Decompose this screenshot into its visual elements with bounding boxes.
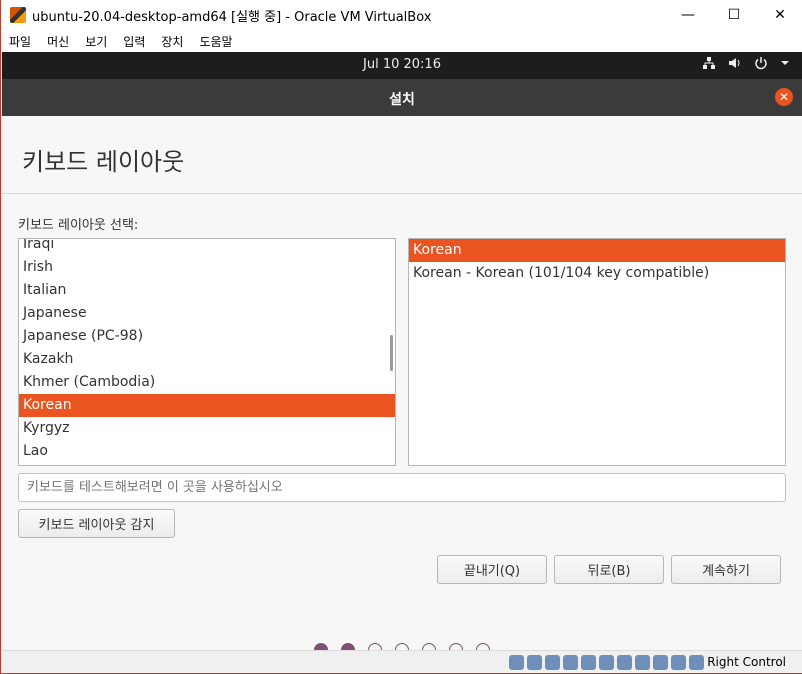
- variant-list-item-selected[interactable]: Korean: [409, 239, 785, 262]
- keyboard-icon[interactable]: [689, 655, 704, 670]
- volume-icon[interactable]: [728, 56, 742, 74]
- chevron-down-icon[interactable]: [780, 56, 790, 74]
- layout-list[interactable]: Iraqi Irish Italian Japanese Japanese (P…: [18, 238, 396, 466]
- title-bar: ubuntu-20.04-desktop-amd64 [실행 중] - Orac…: [1, 0, 802, 30]
- layout-list-item[interactable]: Italian: [19, 279, 395, 302]
- menu-input[interactable]: 입력: [123, 33, 145, 50]
- keyboard-test-input[interactable]: [18, 473, 786, 502]
- shared-folder-icon[interactable]: [599, 655, 614, 670]
- layout-select-label: 키보드 레이아웃 선택:: [18, 218, 139, 233]
- virtualbox-window: ubuntu-20.04-desktop-amd64 [실행 중] - Orac…: [0, 0, 802, 674]
- cpu-icon[interactable]: [653, 655, 668, 670]
- layout-list-item[interactable]: Khmer (Cambodia): [19, 371, 395, 394]
- close-window-button[interactable]: ✕: [757, 0, 802, 30]
- vm-status-bar: Right Control: [2, 650, 802, 673]
- system-tray[interactable]: [702, 56, 790, 74]
- window-title: ubuntu-20.04-desktop-amd64 [실행 중] - Orac…: [32, 9, 432, 25]
- back-button[interactable]: 뒤로(B): [554, 555, 664, 584]
- virtualbox-app-icon: [10, 7, 26, 23]
- layout-list-item[interactable]: Kyrgyz: [19, 417, 395, 440]
- layout-list-item[interactable]: Lao: [19, 440, 395, 463]
- power-icon[interactable]: [754, 56, 768, 74]
- minimize-button[interactable]: —: [665, 0, 711, 30]
- variant-list[interactable]: Korean Korean - Korean (101/104 key comp…: [408, 238, 786, 466]
- layout-list-item-selected[interactable]: Korean: [19, 394, 395, 417]
- close-icon[interactable]: ✕: [775, 88, 793, 106]
- clock[interactable]: Jul 10 20:16: [2, 57, 802, 72]
- audio-icon[interactable]: [545, 655, 560, 670]
- installer-title: 설치: [389, 92, 415, 108]
- layout-list-item[interactable]: Japanese: [19, 302, 395, 325]
- quit-button[interactable]: 끝내기(Q): [437, 555, 547, 584]
- network-icon[interactable]: [702, 56, 716, 74]
- maximize-button[interactable]: ☐: [711, 0, 757, 30]
- recording-icon[interactable]: [635, 655, 650, 670]
- layout-list-item[interactable]: Kazakh: [19, 348, 395, 371]
- hard-disk-icon[interactable]: [509, 655, 524, 670]
- mouse-integration-icon[interactable]: [671, 655, 686, 670]
- continue-button[interactable]: 계속하기: [671, 555, 781, 584]
- layout-list-item[interactable]: Iraqi: [19, 239, 395, 256]
- menu-view[interactable]: 보기: [85, 33, 107, 50]
- layout-list-item[interactable]: Japanese (PC-98): [19, 325, 395, 348]
- layout-list-scrollbar[interactable]: [390, 335, 393, 371]
- divider: [2, 193, 802, 194]
- layout-list-item[interactable]: Irish: [19, 256, 395, 279]
- menu-file[interactable]: 파일: [9, 33, 31, 50]
- usb-icon[interactable]: [581, 655, 596, 670]
- variant-list-item[interactable]: Korean - Korean (101/104 key compatible): [409, 262, 785, 285]
- menu-machine[interactable]: 머신: [47, 33, 69, 50]
- network-adapter-icon[interactable]: [563, 655, 578, 670]
- menu-bar: 파일 머신 보기 입력 장치 도움말: [1, 30, 802, 52]
- page-title: 키보드 레이아웃: [22, 148, 185, 176]
- display-icon[interactable]: [617, 655, 632, 670]
- gnome-top-bar: Jul 10 20:16: [2, 52, 802, 79]
- installer-content: 키보드 레이아웃 키보드 레이아웃 선택: Iraqi Irish Italia…: [2, 116, 802, 657]
- host-key-label: Right Control: [707, 655, 786, 669]
- menu-help[interactable]: 도움말: [199, 33, 232, 50]
- installer-header: 설치 ✕: [2, 79, 802, 116]
- optical-drive-icon[interactable]: [527, 655, 542, 670]
- detect-layout-button[interactable]: 키보드 레이아웃 감지: [18, 509, 175, 538]
- menu-devices[interactable]: 장치: [161, 33, 183, 50]
